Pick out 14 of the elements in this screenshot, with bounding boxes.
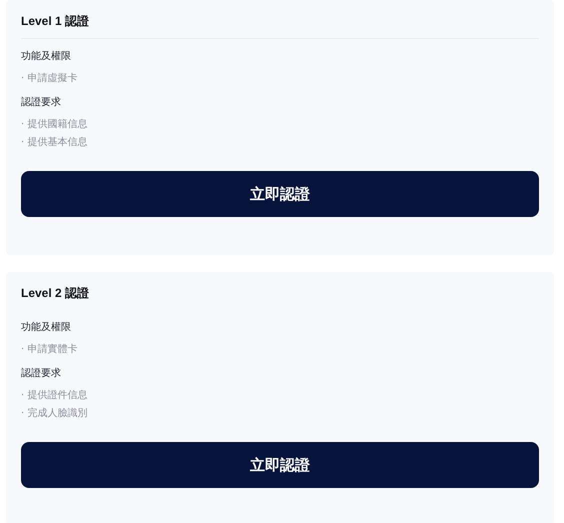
list-item: · 申請實體卡 — [21, 344, 78, 356]
list-item: · 提供證件信息 — [21, 390, 88, 402]
verify-button[interactable]: 立即認證 — [21, 442, 539, 488]
section-heading: 認證要求 — [21, 366, 62, 380]
section-heading: 功能及權限 — [21, 320, 72, 334]
card-title: Level 1 認證 — [21, 10, 539, 39]
list-item: · 提供國籍信息 — [21, 119, 88, 131]
list-item: · 完成人臉識別 — [21, 408, 88, 420]
section-heading: 認證要求 — [21, 96, 62, 109]
section-heading: 功能及權限 — [21, 50, 72, 63]
list-item: · 申請虛擬卡 — [21, 73, 78, 85]
list-item: · 提供基本信息 — [21, 137, 88, 149]
card-title: Level 2 認證 — [21, 285, 90, 302]
verify-button[interactable]: 立即認證 — [21, 171, 539, 217]
